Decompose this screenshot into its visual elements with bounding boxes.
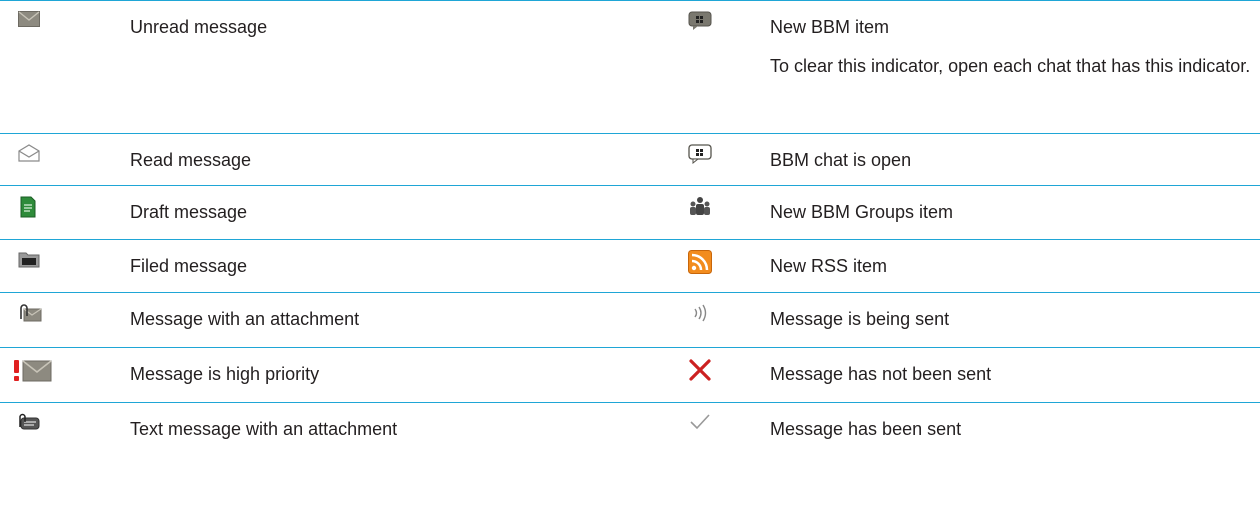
sending-icon bbox=[630, 293, 770, 347]
text-attachment-icon bbox=[0, 403, 130, 458]
row-label: Message has been sent bbox=[770, 419, 962, 439]
sent-check-icon bbox=[630, 403, 770, 458]
new-bbm-item-icon bbox=[630, 1, 770, 133]
row-label: Message has not been sent bbox=[770, 364, 992, 384]
attachment-message-icon bbox=[0, 293, 130, 347]
bbm-groups-icon bbox=[630, 186, 770, 239]
not-sent-icon bbox=[630, 348, 770, 402]
table-row: Unread message New BBM item To clear thi… bbox=[0, 1, 1260, 134]
table-cell: Message with an attachment bbox=[130, 293, 630, 347]
row-label: New BBM Groups item bbox=[770, 202, 954, 222]
table-cell: Unread message bbox=[130, 1, 630, 133]
rss-icon bbox=[630, 240, 770, 292]
row-label: Message is being sent bbox=[770, 309, 950, 329]
table-cell: Message has not been sent bbox=[770, 348, 1260, 402]
row-note: To clear this indicator, open each chat … bbox=[770, 56, 1251, 76]
table-row: Read message BBM chat is open bbox=[0, 134, 1260, 186]
table-cell: New BBM item To clear this indicator, op… bbox=[770, 1, 1260, 133]
row-label: Message with an attachment bbox=[130, 309, 360, 329]
table-cell: Text message with an attachment bbox=[130, 403, 630, 458]
row-label: Message is high priority bbox=[130, 364, 320, 384]
table-cell: New BBM Groups item bbox=[770, 186, 1260, 239]
row-label: Read message bbox=[130, 150, 252, 170]
row-label: New BBM item bbox=[770, 17, 890, 37]
bbm-chat-open-icon bbox=[630, 134, 770, 185]
indicator-table: Unread message New BBM item To clear thi… bbox=[0, 0, 1260, 458]
table-row: Draft message New BBM Groups item bbox=[0, 186, 1260, 240]
table-cell: Filed message bbox=[130, 240, 630, 292]
table-cell: BBM chat is open bbox=[770, 134, 1260, 185]
unread-message-icon bbox=[0, 1, 130, 133]
row-label: Text message with an attachment bbox=[130, 419, 398, 439]
table-cell: Message is being sent bbox=[770, 293, 1260, 347]
read-message-icon bbox=[0, 134, 130, 185]
draft-message-icon bbox=[0, 186, 130, 239]
table-cell: Draft message bbox=[130, 186, 630, 239]
table-row: Text message with an attachment Message … bbox=[0, 403, 1260, 458]
table-cell: New RSS item bbox=[770, 240, 1260, 292]
row-label: Unread message bbox=[130, 17, 268, 37]
table-cell: Read message bbox=[130, 134, 630, 185]
table-row: Message with an attachment Message is be… bbox=[0, 293, 1260, 348]
table-cell: Message has been sent bbox=[770, 403, 1260, 458]
high-priority-icon bbox=[0, 348, 130, 402]
row-label: BBM chat is open bbox=[770, 150, 912, 170]
table-row: Filed message New RSS item bbox=[0, 240, 1260, 293]
table-cell: Message is high priority bbox=[130, 348, 630, 402]
row-label: Filed message bbox=[130, 256, 248, 276]
table-row: Message is high priority Message has not… bbox=[0, 348, 1260, 403]
filed-message-icon bbox=[0, 240, 130, 292]
row-label: Draft message bbox=[130, 202, 248, 222]
row-label: New RSS item bbox=[770, 256, 888, 276]
